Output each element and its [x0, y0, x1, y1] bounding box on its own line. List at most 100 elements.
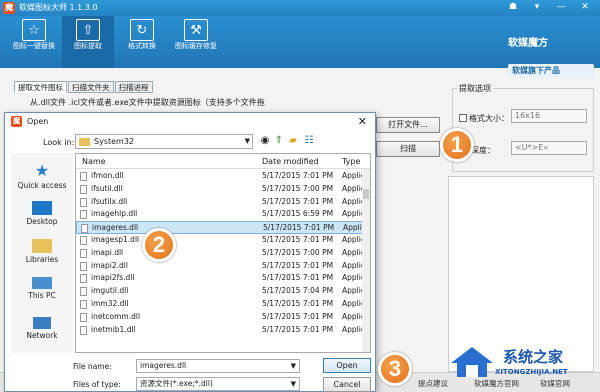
up-arrow-icon: ⇧ [76, 19, 100, 41]
close-icon[interactable]: ✕ [574, 1, 596, 14]
refresh-icon: ↻ [130, 19, 154, 41]
file-row[interactable]: inetmib1.dll 5/17/2015 7:01 PM Applic [76, 324, 366, 337]
file-name: ifsutilx.dll [91, 196, 128, 206]
dll-file-icon [80, 325, 87, 335]
watermark: 系统之家 XITONGZHIJIA.NET [443, 343, 595, 383]
file-name: imapi2.dll [91, 260, 128, 270]
scan-button[interactable]: 扫描 [376, 141, 440, 157]
file-type-select[interactable]: 资源文件(*.exe;*.dll) ▼ [136, 377, 300, 391]
file-date: 5/17/2015 7:01 PM [262, 324, 334, 334]
chevron-down-icon[interactable]: ▼ [291, 360, 296, 372]
open-dialog: 魔 Open ✕ Look in: System32 ▼ ◉ ⇑ ▰ ☷ ★ Q… [4, 112, 376, 392]
depth-select[interactable]: <U*>E« [511, 141, 587, 155]
folder-icon [79, 138, 90, 146]
computer-icon [32, 277, 52, 289]
depth-label: 深度： [471, 146, 495, 155]
place-quick-access[interactable]: ★ Quick access [11, 161, 73, 190]
back-icon[interactable]: ◉ [259, 135, 271, 147]
watermark-url: XITONGZHIJIA.NET [495, 368, 568, 376]
file-row[interactable]: imageres.dll 5/17/2015 7:01 PM Applic [76, 221, 366, 234]
toolbar-convert-button[interactable]: ↻ 格式转换 [116, 16, 168, 68]
callout-3: 3 [378, 352, 412, 386]
skin-icon[interactable]: ☗ [502, 1, 524, 14]
file-row[interactable]: ifsutil.dll 5/17/2015 7:00 PM Applic [76, 183, 366, 196]
toolbar-extract-button[interactable]: ⇧ 图标提取 [62, 16, 114, 68]
look-in-select[interactable]: System32 ▼ [75, 134, 253, 149]
file-row[interactable]: imapi2.dll 5/17/2015 7:01 PM Applic [76, 260, 366, 273]
tab-scan-process[interactable]: 扫描进程 [114, 81, 153, 93]
tab-scan-folder[interactable]: 扫描文件夹 [68, 81, 114, 93]
file-name: imagehlp.dll [91, 209, 138, 219]
file-row[interactable]: ifsutilx.dll 5/17/2015 7:01 PM Applic [76, 196, 366, 209]
place-libraries[interactable]: Libraries [11, 239, 73, 264]
menu-icon[interactable]: ▾ [526, 1, 548, 14]
file-date: 5/17/2015 7:01 PM [262, 273, 334, 283]
file-name: inetcomm.dll [91, 311, 141, 321]
dll-file-icon [80, 312, 87, 322]
file-date: 5/17/2015 7:01 PM [262, 196, 334, 206]
file-row[interactable]: imgutil.dll 5/17/2015 7:04 PM Applic [76, 285, 366, 298]
toolbar-label: 图标提取 [74, 42, 102, 50]
open-button[interactable]: Open [323, 358, 371, 373]
toolbar-replace-button[interactable]: ☆ 图标一键替换 [8, 16, 60, 68]
file-name: imm32.dll [91, 299, 129, 308]
file-name-input[interactable]: imageres.dll ▼ [136, 359, 300, 373]
file-name: imapi2fs.dll [91, 273, 135, 283]
dll-file-icon [80, 287, 87, 297]
extract-options: 提取选项 格式大小： 16x16 深度： <U*>E« [452, 83, 594, 172]
look-in-value: System32 [94, 137, 135, 146]
view-menu-icon[interactable]: ☷ [303, 135, 315, 147]
dll-file-icon [80, 210, 87, 220]
drop-hint: 从.dll文件 .icl文件或者.exe文件中提取资源图标（支持多个文件拖 [30, 98, 265, 107]
close-icon[interactable]: ✕ [358, 115, 367, 128]
cancel-button[interactable]: Cancel [323, 377, 371, 392]
tab-extract-file[interactable]: 提取文件图标 [14, 81, 67, 93]
size-checkbox[interactable]: 格式大小： [459, 113, 509, 124]
file-name: imapi.dll [91, 247, 124, 257]
place-desktop[interactable]: Desktop [11, 201, 73, 226]
wrench-icon: ⚒ [184, 19, 208, 41]
place-label: Libraries [25, 255, 59, 264]
file-row[interactable]: ifmon.dll 5/17/2015 7:01 PM Applic [76, 170, 366, 183]
dll-file-icon [80, 300, 87, 309]
file-list-scrollbar[interactable] [362, 169, 370, 352]
checkbox-box[interactable] [459, 114, 467, 122]
brand-logo: 软媒魔方 [508, 38, 548, 49]
place-network[interactable]: Network [11, 317, 73, 340]
watermark-text: 系统之家 [503, 348, 564, 366]
network-icon [33, 317, 51, 329]
size-label: 格式大小： [469, 114, 509, 123]
file-row[interactable]: inetcomm.dll 5/17/2015 7:01 PM Applic [76, 311, 366, 324]
file-name: inetmib1.dll [91, 324, 136, 334]
col-date[interactable]: Date modified [262, 157, 319, 166]
col-type[interactable]: Type [342, 157, 360, 166]
new-folder-icon[interactable]: ▰ [287, 135, 299, 147]
file-list-header: Name Date modified Type [76, 154, 370, 169]
file-row[interactable]: imagesp1.dll 5/17/2015 7:01 PM Applic [76, 234, 366, 247]
place-label: Desktop [26, 217, 58, 226]
dll-file-icon [81, 224, 88, 234]
size-select[interactable]: 16x16 [511, 109, 587, 123]
tab-strip: 提取文件图标 扫描文件夹 扫描进程 [14, 81, 153, 93]
toolbar-cache-repair-button[interactable]: ⚒ 图标缓存修复 [170, 16, 222, 68]
col-name[interactable]: Name [82, 157, 106, 166]
toolbar-label: 图标一键替换 [13, 42, 55, 50]
place-this-pc[interactable]: This PC [11, 277, 73, 300]
up-folder-icon[interactable]: ⇑ [273, 135, 285, 147]
star-icon: ★ [34, 161, 50, 180]
minimize-icon[interactable]: — [550, 1, 572, 14]
options-title: 提取选项 [457, 83, 493, 94]
file-date: 5/17/2015 7:00 PM [262, 183, 334, 193]
file-list: Name Date modified Type ifmon.dll 5/17/20… [75, 153, 371, 353]
place-label: This PC [28, 291, 56, 300]
scrollbar-thumb[interactable] [363, 189, 369, 199]
file-row[interactable]: imagehlp.dll 5/17/2015 6:59 PM Applic [76, 208, 366, 221]
brand-sub-link[interactable]: 软媒旗下产品 [508, 64, 594, 78]
file-row[interactable]: imm32.dll 5/17/2015 7:01 PM Applic [76, 298, 366, 311]
file-row[interactable]: imapi.dll 5/17/2015 7:00 PM Applic [76, 247, 366, 260]
open-file-button[interactable]: 打开文件... [376, 117, 440, 133]
file-row[interactable]: imapi2fs.dll 5/17/2015 7:01 PM Applic [76, 272, 366, 285]
look-in-label: Look in: [43, 138, 75, 147]
file-date: 5/17/2015 7:01 PM [263, 223, 335, 233]
file-name: imagesp1.dll [91, 235, 140, 244]
